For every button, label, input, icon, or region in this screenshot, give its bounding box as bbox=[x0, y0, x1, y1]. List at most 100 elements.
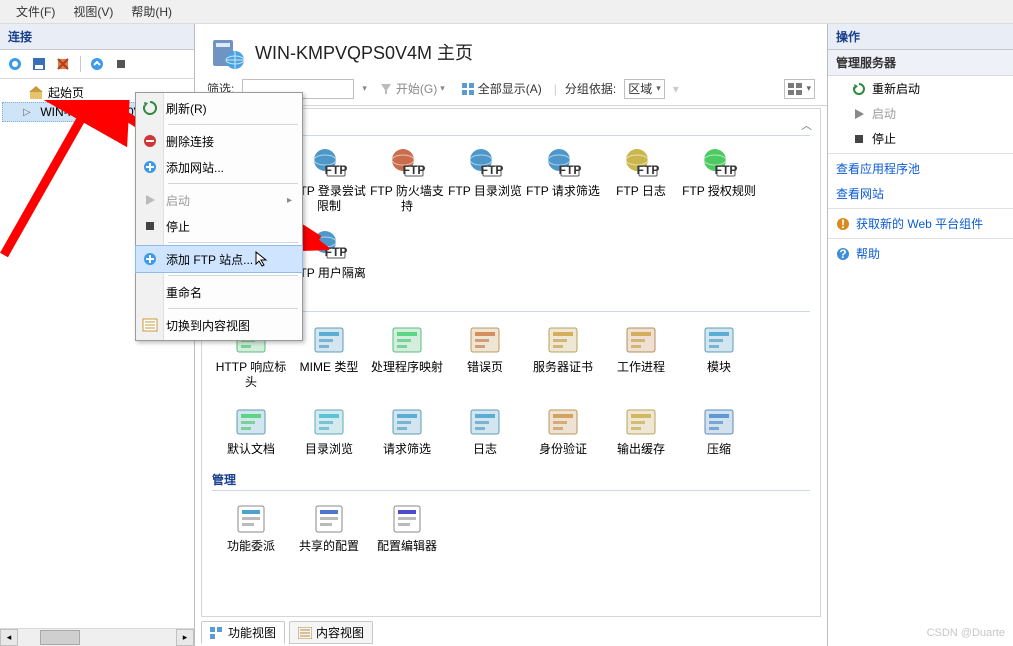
ctx-switch-content-view[interactable]: 切换到内容视图 bbox=[136, 312, 302, 338]
stop-icon bbox=[142, 218, 158, 234]
action-start[interactable]: 启动 bbox=[828, 101, 1013, 126]
iis-feature-item[interactable]: 日志 bbox=[446, 400, 524, 467]
left-h-scrollbar[interactable]: ◂ ▸ bbox=[0, 628, 194, 646]
grid-icon bbox=[461, 82, 475, 96]
item-label: FTP 用户隔离 bbox=[292, 266, 366, 281]
item-label: 处理程序映射 bbox=[371, 360, 443, 375]
iis-feature-item[interactable]: 错误页 bbox=[446, 318, 524, 400]
svg-text:FTP: FTP bbox=[637, 163, 659, 177]
mgmt-feature-item[interactable]: 配置编辑器 bbox=[368, 497, 446, 564]
group-by-label: 分组依据: bbox=[565, 80, 616, 97]
svg-text:FTP: FTP bbox=[559, 163, 581, 177]
page-title: WIN-KMPVQPS0V4M 主页 bbox=[255, 39, 473, 65]
chevron-down-icon: ▾ bbox=[806, 83, 811, 94]
show-all-button[interactable]: 全部显示(A) bbox=[457, 78, 546, 99]
tree-start-page-label: 起始页 bbox=[48, 84, 84, 101]
help-icon: ? bbox=[836, 247, 850, 261]
action-web-platform[interactable]: ! 获取新的 Web 平台组件 bbox=[828, 211, 1013, 236]
action-view-sites[interactable]: 查看网站 bbox=[828, 181, 1013, 206]
ftp-feature-item[interactable]: FTPFTP 日志 bbox=[602, 142, 680, 224]
scroll-track[interactable] bbox=[18, 629, 176, 646]
view-icons-icon bbox=[788, 83, 802, 95]
iis-feature-item[interactable]: 目录浏览 bbox=[290, 400, 368, 467]
iis-feature-item[interactable]: 默认文档 bbox=[212, 400, 290, 467]
svg-text:FTP: FTP bbox=[715, 163, 737, 177]
item-label: 服务器证书 bbox=[533, 360, 593, 375]
ctx-remove-connection[interactable]: 删除连接 bbox=[136, 128, 302, 154]
view-mode-select[interactable]: ▾ bbox=[784, 79, 815, 99]
action-stop[interactable]: 停止 bbox=[828, 126, 1013, 151]
stop-icon bbox=[852, 132, 866, 146]
item-label: 身份验证 bbox=[539, 442, 587, 457]
tab-features-view[interactable]: 功能视图 bbox=[201, 621, 285, 644]
iis-feature-item[interactable]: 身份验证 bbox=[524, 400, 602, 467]
up-level-button[interactable] bbox=[86, 53, 108, 75]
actions-section-head: 管理服务器 bbox=[828, 50, 1013, 76]
item-label: 功能委派 bbox=[227, 539, 275, 554]
mgmt-feature-item[interactable]: 功能委派 bbox=[212, 497, 290, 564]
go-button[interactable]: 开始(G) ▾ bbox=[375, 78, 449, 99]
action-app-pools[interactable]: 查看应用程序池 bbox=[828, 156, 1013, 181]
menu-view[interactable]: 视图(V) bbox=[71, 2, 115, 21]
cursor-icon bbox=[255, 251, 269, 267]
item-label: FTP 请求筛选 bbox=[526, 184, 600, 199]
collapse-section-icon[interactable]: ︿ bbox=[801, 117, 812, 133]
iis-feature-item[interactable]: 请求筛选 bbox=[368, 400, 446, 467]
iis-feature-item[interactable]: 模块 bbox=[680, 318, 758, 400]
ftp-feature-item[interactable]: FTPFTP 授权规则 bbox=[680, 142, 758, 224]
scroll-thumb[interactable] bbox=[40, 630, 80, 645]
menu-file[interactable]: 文件(F) bbox=[14, 2, 57, 21]
chevron-right-icon[interactable]: ▷ bbox=[23, 107, 31, 118]
tab-content-view[interactable]: 内容视图 bbox=[289, 621, 373, 644]
menu-bar: 文件(F) 视图(V) 帮助(H) bbox=[0, 0, 1013, 24]
scroll-left-icon[interactable]: ◂ bbox=[0, 629, 18, 646]
svg-text:FTP: FTP bbox=[403, 163, 425, 177]
ftp-feature-item[interactable]: FTPFTP 目录浏览 bbox=[446, 142, 524, 224]
funnel-icon bbox=[379, 82, 393, 96]
actions-pane: 操作 管理服务器 重新启动 启动 停止 查看应用程序池 查看网站 ! 获取新的 … bbox=[828, 24, 1013, 646]
item-label: 默认文档 bbox=[227, 442, 275, 457]
iis-feature-item[interactable]: 输出缓存 bbox=[602, 400, 680, 467]
iis-feature-item[interactable]: 工作进程 bbox=[602, 318, 680, 400]
stop-button[interactable] bbox=[110, 53, 132, 75]
iis-feature-item[interactable]: 压缩 bbox=[680, 400, 758, 467]
save-connection-button[interactable] bbox=[28, 53, 50, 75]
iis-feature-item[interactable]: 处理程序映射 bbox=[368, 318, 446, 400]
content-view-icon bbox=[298, 627, 312, 639]
svg-text:FTP: FTP bbox=[325, 163, 347, 177]
features-view-icon bbox=[210, 627, 224, 639]
ftp-feature-item[interactable]: FTP FTP 请求筛选 bbox=[524, 142, 602, 224]
refresh-icon bbox=[142, 100, 158, 116]
action-restart[interactable]: 重新启动 bbox=[828, 76, 1013, 101]
ctx-add-site[interactable]: 添加网站... bbox=[136, 154, 302, 180]
ctx-refresh[interactable]: 刷新(R) bbox=[136, 95, 302, 121]
menu-help[interactable]: 帮助(H) bbox=[129, 2, 174, 21]
chevron-down-icon: ▾ bbox=[656, 83, 661, 94]
ctx-rename[interactable]: 重命名 bbox=[136, 279, 302, 305]
context-menu: 刷新(R) 删除连接 添加网站... 启动 ▸ 停止 添加 FTP 站点... bbox=[135, 92, 303, 341]
ctx-start: 启动 ▸ bbox=[136, 187, 302, 213]
svg-text:?: ? bbox=[839, 247, 846, 261]
item-label: FTP 防火墙支持 bbox=[370, 184, 444, 214]
ctx-add-ftp-site[interactable]: 添加 FTP 站点... bbox=[136, 246, 302, 272]
section-mgmt[interactable]: 管理 bbox=[212, 471, 810, 488]
filter-dropdown-icon[interactable]: ▾ bbox=[362, 83, 367, 94]
mgmt-feature-item[interactable]: 共享的配置 bbox=[290, 497, 368, 564]
ftp-feature-item[interactable]: FTP FTP 防火墙支持 bbox=[368, 142, 446, 224]
connect-button[interactable] bbox=[4, 53, 26, 75]
svg-text:FTP: FTP bbox=[325, 245, 347, 259]
iis-feature-item[interactable]: 服务器证书 bbox=[524, 318, 602, 400]
scroll-right-icon[interactable]: ▸ bbox=[176, 629, 194, 646]
item-label: FTP 登录尝试限制 bbox=[292, 184, 366, 214]
group-by-select[interactable]: 区域 ▾ bbox=[624, 79, 665, 99]
server-home-icon bbox=[209, 34, 245, 70]
delete-connection-button[interactable] bbox=[52, 53, 74, 75]
action-help[interactable]: ? 帮助 bbox=[828, 241, 1013, 266]
add-ftp-icon bbox=[142, 251, 158, 267]
item-label: 错误页 bbox=[467, 360, 503, 375]
info-icon: ! bbox=[836, 217, 850, 231]
ctx-stop[interactable]: 停止 bbox=[136, 213, 302, 239]
restart-icon bbox=[852, 82, 866, 96]
item-label: 压缩 bbox=[707, 442, 731, 457]
item-label: 输出缓存 bbox=[617, 442, 665, 457]
